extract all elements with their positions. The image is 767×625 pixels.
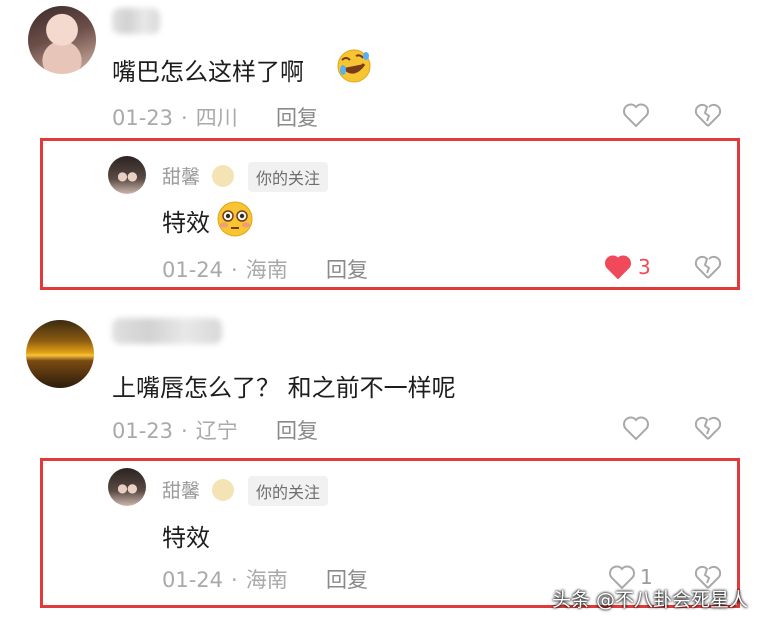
flushed-emoji-icon xyxy=(217,201,253,237)
reply-button[interactable]: 回复 xyxy=(326,254,368,284)
watermark: 头条 @不八卦会死星人 xyxy=(552,589,749,611)
reply-username[interactable]: 甜馨 xyxy=(162,476,200,503)
comment-text: 上嘴唇怎么了？ 和之前不一样呢 xyxy=(112,374,456,402)
reply-button[interactable]: 回复 xyxy=(276,102,318,132)
reply-avatar[interactable] xyxy=(108,156,146,194)
dislike-broken-heart-icon[interactable] xyxy=(694,254,722,280)
dislike-broken-heart-icon[interactable] xyxy=(694,415,722,441)
highlighted-reply-box xyxy=(40,138,740,290)
following-badge: 你的关注 xyxy=(248,476,329,506)
reply-text: 特效 xyxy=(162,524,210,552)
dislike-broken-heart-icon[interactable] xyxy=(694,102,722,128)
reply-meta: 01-24 · 海南 xyxy=(162,568,288,592)
rolling-laughing-emoji-icon xyxy=(337,49,371,83)
like-heart-icon[interactable] xyxy=(622,102,650,128)
commenter-avatar[interactable] xyxy=(26,320,94,388)
following-badge: 你的关注 xyxy=(248,162,329,192)
blurred-username xyxy=(112,318,222,344)
reply-meta: 01-24 · 海南 xyxy=(162,258,288,282)
reply-avatar[interactable] xyxy=(108,468,146,506)
blurred-username xyxy=(112,8,160,34)
comment-text: 嘴巴怎么这样了啊 xyxy=(112,58,304,86)
smile-emoji-icon xyxy=(212,165,234,187)
reply-button[interactable]: 回复 xyxy=(276,415,318,445)
commenter-avatar[interactable] xyxy=(28,6,96,74)
reply-button[interactable]: 回复 xyxy=(326,564,368,594)
like-heart-icon[interactable] xyxy=(622,415,650,441)
liked-heart-icon[interactable] xyxy=(604,254,632,280)
reply-text: 特效 xyxy=(162,209,210,237)
reply-username[interactable]: 甜馨 xyxy=(162,162,200,189)
comment-meta: 01-23 · 四川 xyxy=(112,106,238,130)
comment-meta: 01-23 · 辽宁 xyxy=(112,419,238,443)
like-count: 3 xyxy=(638,255,651,279)
smile-emoji-icon xyxy=(212,479,234,501)
